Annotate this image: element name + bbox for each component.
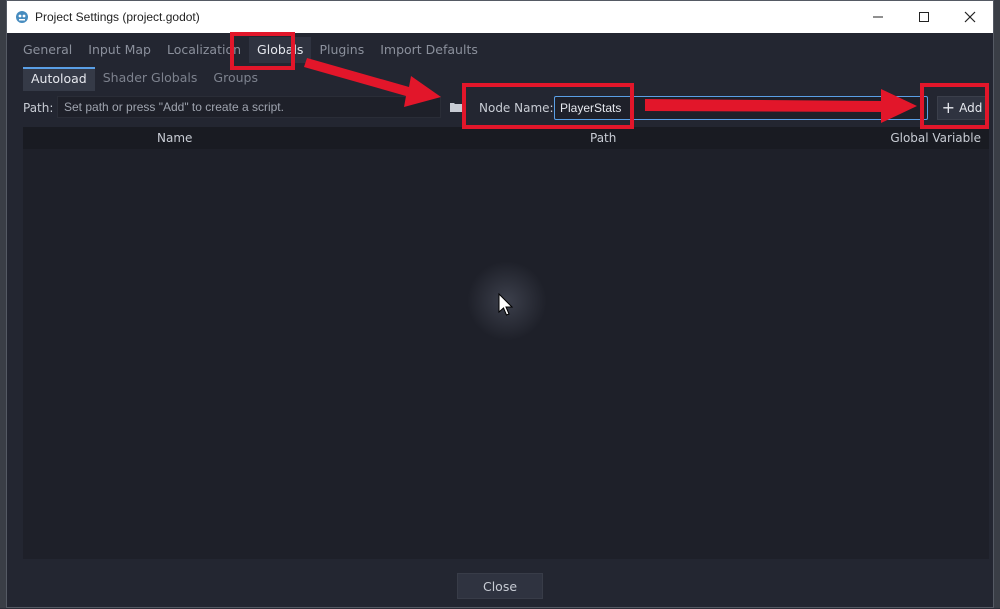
path-input[interactable] — [57, 96, 441, 118]
background-edge-right — [994, 0, 1000, 608]
node-name-input[interactable] — [554, 96, 928, 120]
browse-folder-button[interactable] — [445, 96, 467, 118]
main-tab-bar: General Input Map Localization Globals P… — [15, 37, 486, 63]
subtab-shader-globals[interactable]: Shader Globals — [95, 67, 206, 89]
close-icon — [964, 11, 976, 23]
node-name-label: Node Name: — [479, 101, 554, 115]
column-header-global-variable: Global Variable — [890, 131, 981, 145]
maximize-icon — [919, 12, 929, 22]
window-title: Project Settings (project.godot) — [35, 10, 200, 24]
tab-input-map[interactable]: Input Map — [80, 37, 159, 63]
godot-logo-icon — [16, 11, 28, 23]
sub-tab-bar: Autoload Shader Globals Groups — [23, 67, 266, 91]
add-autoload-button[interactable]: + Add — [937, 96, 987, 120]
window-controls — [855, 1, 993, 33]
column-header-name: Name — [157, 131, 193, 145]
plus-icon: + — [941, 98, 956, 117]
tab-plugins[interactable]: Plugins — [311, 37, 372, 63]
add-button-label: Add — [959, 101, 983, 115]
tab-localization[interactable]: Localization — [159, 37, 249, 63]
project-settings-window: Project Settings (project.godot) General… — [6, 0, 994, 608]
path-label: Path: — [23, 101, 54, 115]
autoload-table: Name Path Global Variable — [23, 127, 989, 559]
close-window-button[interactable] — [947, 1, 993, 33]
title-bar[interactable]: Project Settings (project.godot) — [7, 1, 993, 33]
mouse-cursor-icon — [498, 293, 514, 316]
minimize-button[interactable] — [855, 1, 901, 33]
subtab-autoload[interactable]: Autoload — [23, 67, 95, 91]
subtab-groups[interactable]: Groups — [205, 67, 266, 89]
folder-icon — [450, 103, 462, 112]
tab-import-defaults[interactable]: Import Defaults — [372, 37, 486, 63]
minimize-icon — [873, 16, 883, 18]
tab-globals[interactable]: Globals — [249, 37, 312, 63]
table-header: Name Path Global Variable — [23, 127, 989, 149]
tab-general[interactable]: General — [15, 37, 80, 63]
maximize-button[interactable] — [901, 1, 947, 33]
close-button[interactable]: Close — [457, 573, 543, 599]
autoload-toolbar: Path: Node Name: + Add — [23, 95, 989, 121]
column-header-path: Path — [590, 131, 617, 145]
